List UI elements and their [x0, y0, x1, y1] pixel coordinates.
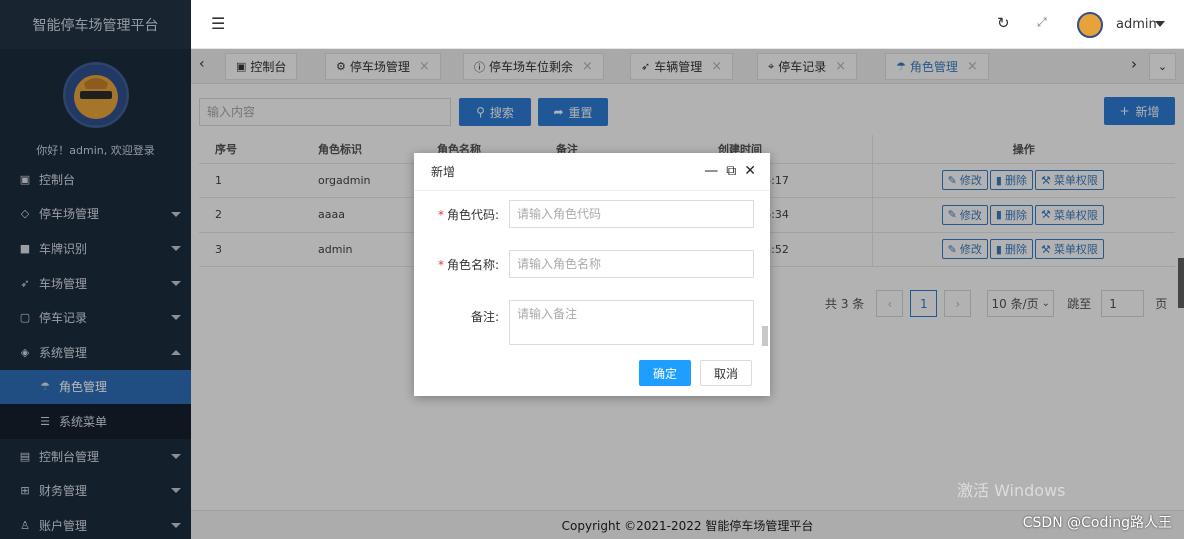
code-label-text: 角色代码:: [446, 207, 499, 222]
page-scrollbar[interactable]: [1178, 258, 1184, 308]
dialog-title: 新增: [431, 165, 456, 179]
role-name-input[interactable]: 请输入角色名称: [509, 250, 754, 278]
close-icon[interactable]: ✕: [744, 163, 756, 179]
form-row-remark: 备注: 请输入备注: [414, 300, 754, 345]
remark-label: 备注:: [470, 310, 499, 324]
user-avatar[interactable]: [1077, 12, 1103, 38]
sidebar-mask: [0, 0, 191, 539]
code-label: * 角色代码:: [414, 206, 509, 223]
user-name[interactable]: admin: [1116, 17, 1157, 32]
maximize-icon[interactable]: ⧉: [726, 163, 736, 179]
minimize-icon[interactable]: —: [704, 163, 718, 179]
form-row-name: * 角色名称: 请输入角色名称: [414, 250, 754, 278]
name-label-text: 角色名称:: [446, 257, 499, 272]
fullscreen-icon[interactable]: ⤢: [1037, 15, 1047, 30]
top-bar: ☰ ↻ ⤢ admin: [191, 0, 1184, 49]
required-mark: *: [437, 257, 444, 272]
form-row-code: * 角色代码: 请输入角色代码: [414, 200, 754, 228]
confirm-button[interactable]: 确定: [639, 360, 691, 386]
cancel-button[interactable]: 取消: [700, 360, 752, 386]
csdn-watermark: CSDN @Coding路人王: [1022, 515, 1172, 531]
dialog-scrollbar[interactable]: [762, 326, 768, 346]
add-role-dialog: 新增 — ⧉ ✕ * 角色代码: 请输入角色代码 * 角色名称: 请输入角色名称 备…: [414, 153, 770, 396]
dialog-header: 新增 — ⧉ ✕: [414, 153, 770, 191]
windows-watermark: 激活 Windows: [957, 481, 1066, 500]
name-label: * 角色名称:: [414, 256, 509, 273]
remark-textarea[interactable]: 请输入备注: [509, 300, 754, 345]
collapse-menu-icon[interactable]: ☰: [211, 14, 225, 33]
required-mark: *: [437, 207, 444, 222]
dialog-controls: — ⧉ ✕: [704, 163, 756, 179]
caret-down-icon[interactable]: [1155, 21, 1165, 27]
refresh-icon[interactable]: ↻: [997, 14, 1010, 32]
role-code-input[interactable]: 请输入角色代码: [509, 200, 754, 228]
